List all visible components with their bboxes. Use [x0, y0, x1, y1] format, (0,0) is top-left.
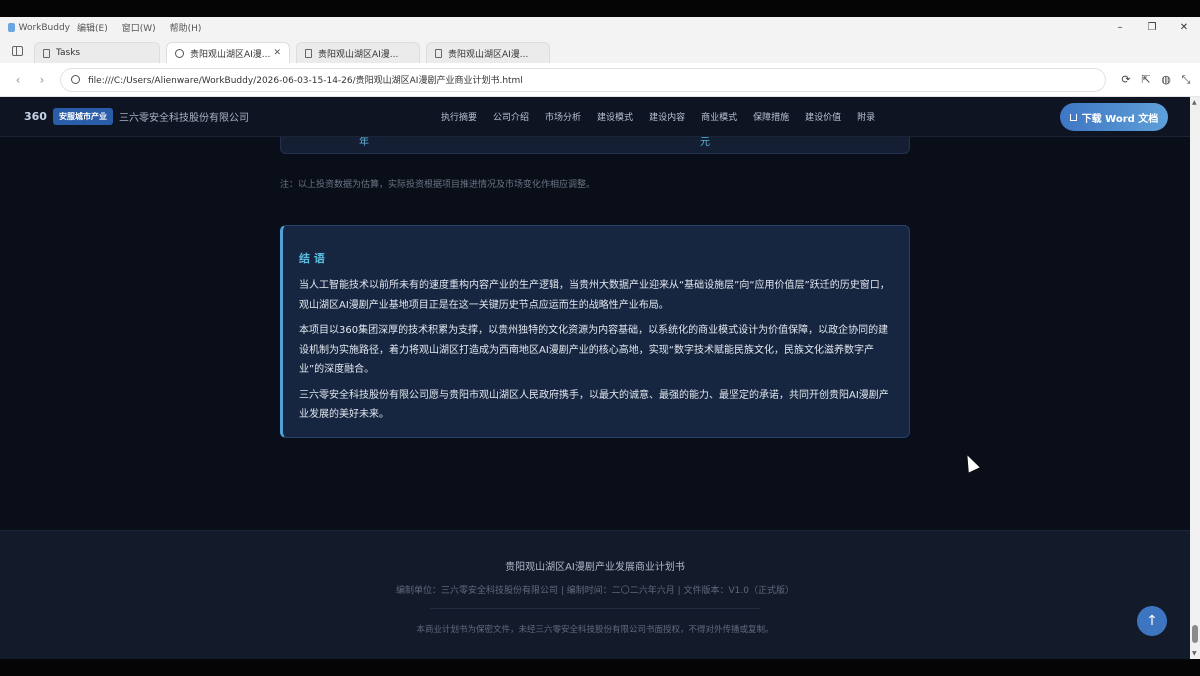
minimize-button[interactable]: –: [1104, 17, 1136, 38]
sidebar-icon: [11, 45, 23, 56]
close-tab-icon[interactable]: ✕: [273, 48, 281, 58]
document-icon: [43, 48, 50, 58]
conclusion-paragraph: 三六零安全科技股份有限公司愿与贵阳市观山湖区人民政府携手，以最大的诚意、最强的能…: [299, 389, 889, 421]
collapse-icon[interactable]: ⤡: [1180, 73, 1192, 86]
restore-button[interactable]: ❐: [1136, 17, 1168, 38]
menu-edit[interactable]: 编辑(E): [70, 21, 115, 34]
tab-label: 贵阳观山湖区AI漫...: [448, 49, 529, 60]
app-title: WorkBuddy: [0, 23, 70, 33]
app-name: WorkBuddy: [18, 22, 70, 33]
logo-360: 360: [24, 110, 47, 123]
tab-tasks[interactable]: Tasks: [34, 42, 160, 63]
tab-label: 贵阳观山湖区AI漫...: [190, 49, 271, 60]
close-window-button[interactable]: ✕: [1168, 17, 1200, 38]
nav-company-intro[interactable]: 公司介绍: [493, 110, 529, 123]
app-logo-icon: [8, 23, 15, 32]
download-icon: [1069, 113, 1077, 121]
scroll-up-icon[interactable]: ▲: [1192, 99, 1197, 106]
back-button[interactable]: ‹: [6, 73, 30, 87]
nav-executive-summary[interactable]: 执行摘要: [441, 110, 477, 123]
tab-label: Tasks: [56, 48, 81, 58]
sidebar-toggle-button[interactable]: [0, 38, 34, 63]
refresh-icon[interactable]: ⟳: [1120, 73, 1132, 86]
scroll-thumb[interactable]: [1192, 625, 1198, 643]
nav-appendix[interactable]: 附录: [857, 110, 875, 123]
web-page: 年 元 360 安服城市产业 三六零安全科技股份有限公司 执行摘要 公司介绍 市…: [0, 97, 1190, 659]
investment-note: 注：以上投资数据为估算，实际投资根据项目推进情况及市场变化作相应调整。: [280, 180, 596, 190]
screen-top-bar: [0, 0, 1200, 17]
url-text: file:///C:/Users/Alienware/WorkBuddy/202…: [88, 76, 523, 86]
document-icon: [305, 48, 312, 58]
download-label: 下载 Word 文档: [1081, 113, 1159, 125]
nav-market-analysis[interactable]: 市场分析: [545, 110, 581, 123]
scroll-down-icon[interactable]: ▼: [1192, 650, 1197, 657]
tab-label: 贵阳观山湖区AI漫...: [318, 49, 399, 60]
conclusion-paragraph: 本项目以360集团深厚的技术积累为支撑，以贵州独特的文化资源为内容基础，以系统化…: [299, 325, 889, 375]
page-scrollbar[interactable]: ▲ ▼: [1190, 97, 1200, 659]
page-footer: 贵阳观山湖区AI漫剧产业发展商业计划书 编制单位：三六零安全科技股份有限公司 |…: [0, 530, 1190, 659]
tab-plan-active[interactable]: 贵阳观山湖区AI漫... ✕: [166, 42, 290, 63]
browser-tools: ⟳ ⇱ ◍ ⤡: [1120, 73, 1192, 86]
nav-build-content[interactable]: 建设内容: [649, 110, 685, 123]
company-name: 三六零安全科技股份有限公司: [118, 113, 249, 124]
globe-icon: [71, 75, 80, 84]
tab-bar: Tasks 贵阳观山湖区AI漫... ✕ 贵阳观山湖区AI漫... 贵阳观山湖区…: [0, 38, 1200, 63]
nav-build-mode[interactable]: 建设模式: [597, 110, 633, 123]
footer-divider: [430, 608, 760, 609]
conclusion-title: 结 语: [299, 252, 325, 265]
nav-build-value[interactable]: 建设价值: [805, 110, 841, 123]
document-icon: [435, 48, 442, 58]
menu-window[interactable]: 窗口(W): [115, 21, 163, 34]
menu-help[interactable]: 帮助(H): [163, 21, 209, 34]
window-titlebar: WorkBuddy 编辑(E) 窗口(W) 帮助(H) – ❐ ✕: [0, 17, 1200, 38]
address-bar: ‹ › file:///C:/Users/Alienware/WorkBuddy…: [0, 63, 1200, 97]
footer-title: 贵阳观山湖区AI漫剧产业发展商业计划书: [505, 562, 685, 573]
site-header: 360 安服城市产业 三六零安全科技股份有限公司 执行摘要 公司介绍 市场分析 …: [0, 97, 1190, 137]
screen-bottom-bar: [0, 659, 1200, 676]
footer-copyright: 本商业计划书为保密文件，未经三六零安全科技股份有限公司书面授权，不得对外传播或复…: [416, 625, 774, 635]
footer-meta: 编制单位：三六零安全科技股份有限公司 | 编制时间：二〇二六年六月 | 文件版本…: [396, 586, 794, 596]
conclusion-paragraph: 当人工智能技术以前所未有的速度重构内容产业的生产逻辑，当贵州大数据产业迎来从“基…: [299, 280, 890, 311]
conclusion-card: 结 语 当人工智能技术以前所未有的速度重构内容产业的生产逻辑，当贵州大数据产业迎…: [280, 225, 910, 438]
nav-business-model[interactable]: 商业模式: [701, 110, 737, 123]
brand[interactable]: 360 安服城市产业 三六零安全科技股份有限公司: [24, 108, 249, 125]
window-controls: – ❐ ✕: [1104, 17, 1200, 38]
tab-plan-2[interactable]: 贵阳观山湖区AI漫...: [296, 42, 420, 63]
download-word-button[interactable]: 下载 Word 文档: [1060, 103, 1168, 131]
brand-badge: 安服城市产业: [52, 108, 113, 125]
globe-icon: [175, 48, 184, 58]
share-icon[interactable]: ⇱: [1140, 73, 1152, 86]
top-navigation: 执行摘要 公司介绍 市场分析 建设模式 建设内容 商业模式 保障措施 建设价值 …: [441, 110, 875, 123]
forward-button[interactable]: ›: [30, 73, 54, 87]
tab-plan-3[interactable]: 贵阳观山湖区AI漫...: [426, 42, 550, 63]
url-input[interactable]: file:///C:/Users/Alienware/WorkBuddy/202…: [60, 67, 1106, 92]
globe-tool-icon[interactable]: ◍: [1160, 73, 1172, 86]
nav-safeguards[interactable]: 保障措施: [753, 110, 789, 123]
back-to-top-button[interactable]: ↑: [1137, 606, 1167, 636]
